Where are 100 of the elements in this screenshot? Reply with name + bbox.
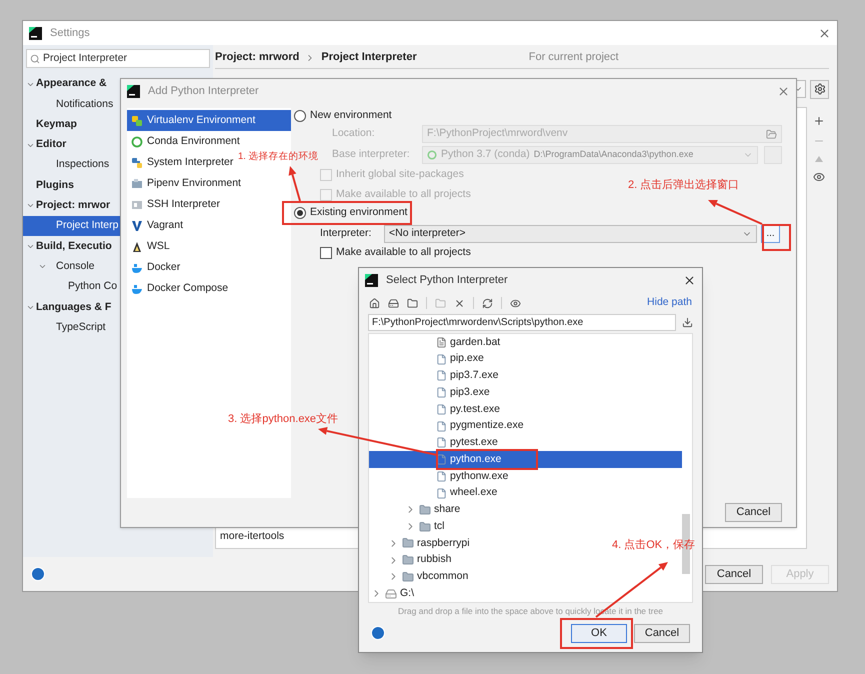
tree-item[interactable]: py.test.exe xyxy=(369,401,502,418)
refresh-icon[interactable] xyxy=(482,298,493,308)
window-title: Settings xyxy=(50,26,90,41)
tree-item[interactable]: share xyxy=(369,502,462,518)
search-icon xyxy=(30,54,40,64)
interpreter-type-item[interactable]: Virtualenv Environment xyxy=(127,110,291,131)
hide-path-link[interactable]: Hide path xyxy=(647,295,692,311)
table-cell-text: more-itertools xyxy=(219,529,286,544)
penguin-icon xyxy=(131,240,143,252)
app-logo-icon xyxy=(29,26,42,40)
breadcrumb-item[interactable]: Project Interpreter xyxy=(321,49,417,66)
interpreter-type-item[interactable]: Docker xyxy=(127,257,184,278)
annotation-text: 1. 选择存在的环境 xyxy=(238,152,319,162)
checkbox-label: Make available to all projects xyxy=(336,245,471,260)
home-icon[interactable] xyxy=(369,298,380,308)
tree-item[interactable]: pythonw.exe xyxy=(369,468,510,485)
app-logo-icon xyxy=(365,274,378,286)
sidebar-item[interactable]: Languages & F xyxy=(23,297,213,318)
folder-icon xyxy=(402,570,414,583)
eye-icon[interactable] xyxy=(813,171,825,183)
terminal-icon xyxy=(131,198,143,210)
dialog-button[interactable]: Cancel xyxy=(634,624,690,643)
dialog-button[interactable]: Cancel xyxy=(705,564,763,584)
settings-icon xyxy=(814,83,826,95)
annotation-arrow xyxy=(288,166,301,202)
field-label: Interpreter: xyxy=(320,226,372,241)
document-icon xyxy=(436,336,447,348)
interpreter-type-item[interactable]: WSL xyxy=(127,236,174,257)
file-icon xyxy=(436,470,447,482)
file-icon xyxy=(436,454,447,466)
interpreter-dropdown[interactable]: <No interpreter> xyxy=(384,224,757,242)
radio-button[interactable] xyxy=(294,110,306,122)
delete-icon[interactable] xyxy=(454,298,465,308)
field-label: Location: xyxy=(332,126,376,142)
snake-icon xyxy=(131,156,143,168)
folder-icon xyxy=(419,504,431,516)
close-icon[interactable] xyxy=(818,26,831,40)
interpreter-type-item[interactable]: Conda Environment xyxy=(127,131,244,152)
file-icon xyxy=(436,387,447,398)
tree-item[interactable]: python.exe xyxy=(369,451,682,468)
tree-item[interactable]: garden.bat xyxy=(369,334,502,351)
path-field[interactable]: F:\PythonProject\mrwordenv\Scripts\python.exe xyxy=(368,314,676,331)
folder-icon[interactable] xyxy=(407,298,418,308)
tree-item[interactable]: pygmentize.exe xyxy=(369,418,526,434)
file-icon xyxy=(436,404,447,415)
tree-item[interactable]: pip.exe xyxy=(369,350,486,368)
search-field[interactable]: Project Interpreter xyxy=(26,49,210,68)
annotation-text: 2. 点击后弹出选择窗口 xyxy=(628,180,740,191)
close-icon[interactable] xyxy=(683,274,696,286)
whale-icon xyxy=(131,282,143,294)
radio-button[interactable] xyxy=(294,207,306,219)
annotation-text: 4. 点击OK，保存 xyxy=(612,540,696,551)
download-icon[interactable] xyxy=(682,317,693,328)
tree-item[interactable]: rubbish xyxy=(369,552,454,568)
folder-icon xyxy=(419,520,431,533)
checkbox-label: Make available to all projects xyxy=(336,186,471,202)
file-icon xyxy=(436,354,447,365)
interpreter-type-item[interactable]: Pipenv Environment xyxy=(127,173,245,194)
app-logo-icon xyxy=(127,84,140,98)
help-icon[interactable] xyxy=(31,567,45,581)
annotation-text: 3. 选择python.exe文件 xyxy=(228,414,338,425)
eye-icon[interactable] xyxy=(510,298,521,308)
interpreter-type-item[interactable]: Vagrant xyxy=(127,215,187,236)
interpreter-type-item[interactable]: SSH Interpreter xyxy=(127,194,224,215)
field-label: Base interpreter: xyxy=(332,146,411,162)
file-icon xyxy=(436,488,447,499)
tree-item[interactable]: pytest.exe xyxy=(369,434,500,452)
radio-label: New environment xyxy=(310,108,392,124)
tree-item[interactable]: pip3.7.exe xyxy=(369,368,500,384)
dialog-title: Add Python Interpreter xyxy=(148,84,259,99)
drive-icon[interactable] xyxy=(388,298,399,308)
tree-item[interactable]: pip3.exe xyxy=(369,384,492,401)
highlight-frame xyxy=(762,224,791,251)
folder-icon xyxy=(402,537,414,550)
tree-item[interactable]: tcl xyxy=(369,518,446,535)
environment-icon xyxy=(131,114,143,126)
breadcrumb-item[interactable]: Project: mrword xyxy=(215,49,300,66)
radio-label: Existing environment xyxy=(310,205,408,220)
settings-button[interactable] xyxy=(810,80,829,98)
drive-icon xyxy=(385,588,397,600)
help-icon[interactable] xyxy=(371,626,385,640)
dialog-button[interactable]: OK xyxy=(571,624,627,643)
annotation-arrow xyxy=(708,200,762,225)
file-icon xyxy=(436,437,447,448)
folder-icon xyxy=(402,554,414,566)
tree-item[interactable]: wheel.exe xyxy=(369,484,500,502)
checkbox-label: Inherit global site-packages xyxy=(336,167,464,182)
tree-item[interactable]: G:\ xyxy=(369,585,416,602)
file-icon xyxy=(436,420,447,432)
checkbox[interactable] xyxy=(320,247,332,259)
ring-icon xyxy=(131,136,143,148)
ring-icon xyxy=(427,150,437,160)
add-icon[interactable] xyxy=(813,115,825,127)
interpreter-type-item[interactable]: Docker Compose xyxy=(127,278,232,299)
tree-item[interactable]: raspberrypi xyxy=(369,535,472,552)
tree-item[interactable]: vbcommon xyxy=(369,568,470,586)
file-icon xyxy=(436,370,447,382)
dialog-button[interactable]: Cancel xyxy=(725,502,782,522)
package-icon xyxy=(131,178,143,190)
interpreter-type-item[interactable]: System Interpreter xyxy=(127,152,238,173)
